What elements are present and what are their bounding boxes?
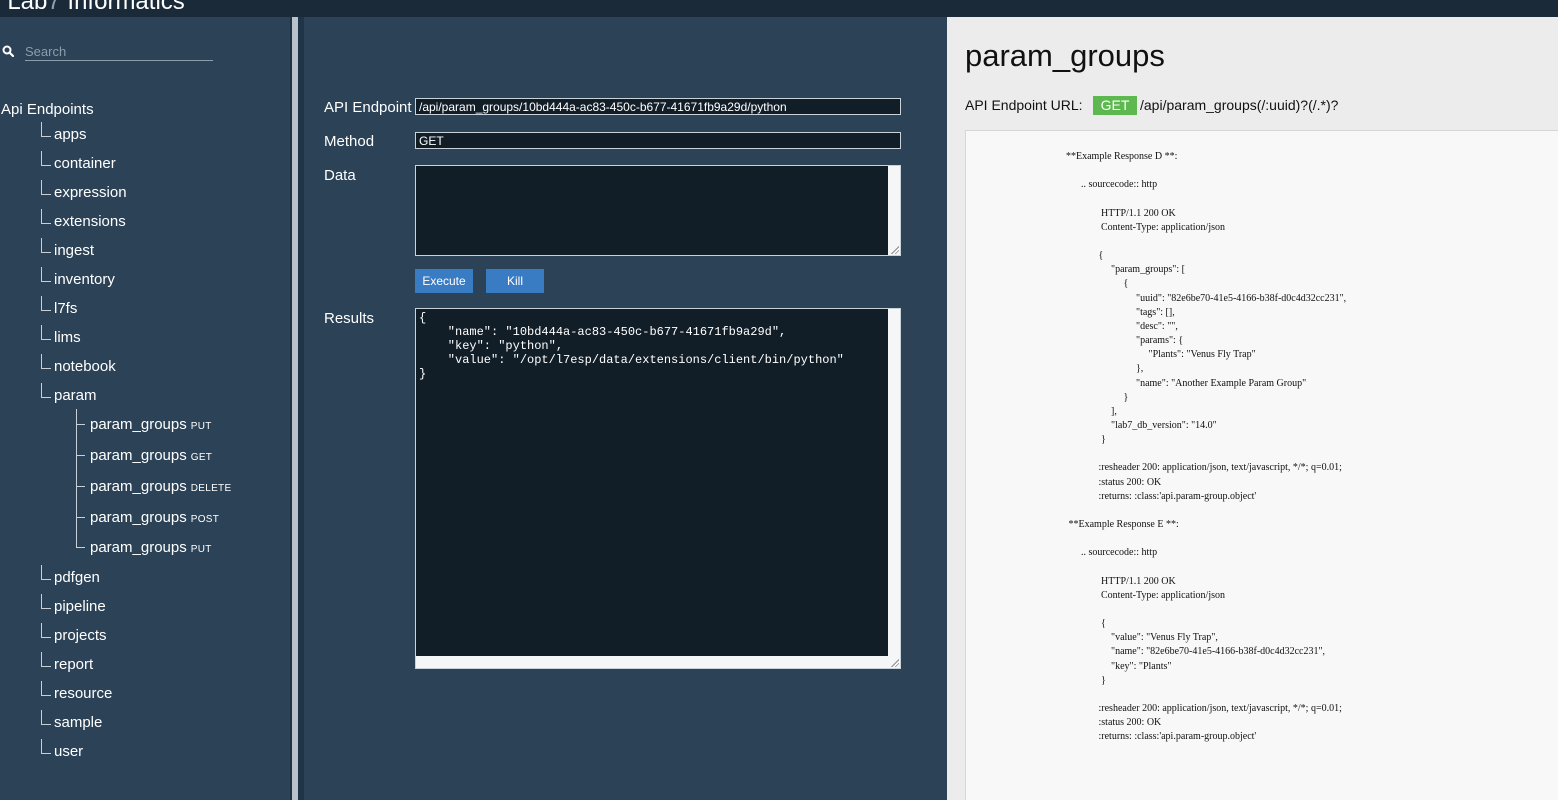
sidebar-resize-divider[interactable] [290, 17, 304, 800]
endpoint-label: param_groups [90, 416, 187, 433]
sidebar: Api Endpoints apps container expression … [0, 17, 290, 800]
tree-connector [41, 325, 51, 340]
sidebar-item-param-groups-get[interactable]: param_groups GET [90, 447, 212, 464]
sidebar-item-extensions[interactable]: extensions [54, 213, 126, 230]
tree-connector [76, 486, 85, 487]
brand-name: Informatics [60, 0, 185, 15]
search-icon [2, 45, 14, 57]
sidebar-item-inventory[interactable]: inventory [54, 271, 115, 288]
sidebar-item-apps[interactable]: apps [54, 126, 87, 143]
doc-title: param_groups [965, 38, 1165, 73]
method-tag: POST [190, 514, 220, 525]
sidebar-scrollbar[interactable] [292, 17, 298, 800]
resize-handle-icon[interactable] [890, 658, 899, 667]
brand-slash: 7 [47, 0, 61, 15]
method-tag: DELETE [190, 483, 232, 494]
data-label: Data [324, 167, 356, 184]
tree-connector [41, 623, 51, 638]
sidebar-item-param-groups-post[interactable]: param_groups POST [90, 509, 219, 526]
kill-button[interactable]: Kill [486, 269, 544, 293]
method-tag: GET [190, 452, 213, 463]
endpoint-label: param_groups [90, 539, 187, 556]
results-horizontal-scrollbar[interactable] [416, 656, 900, 668]
tree-connector [41, 739, 51, 754]
sidebar-item-expression[interactable]: expression [54, 184, 127, 201]
top-bar: : Lab7 Informatics [0, 0, 1558, 17]
method-badge: GET [1093, 96, 1137, 115]
sidebar-item-param-groups-put[interactable]: param_groups PUT [90, 416, 212, 433]
tree-connector [41, 594, 51, 609]
tree-connector [41, 267, 51, 282]
results-label: Results [324, 310, 375, 327]
sidebar-item-param[interactable]: param [54, 387, 97, 404]
endpoint-label: param_groups [90, 509, 187, 526]
results-vertical-scrollbar[interactable] [888, 309, 900, 668]
sidebar-item-lims[interactable]: lims [54, 329, 81, 346]
tree-connector [41, 681, 51, 696]
data-textarea[interactable] [415, 165, 901, 256]
sidebar-item-pipeline[interactable]: pipeline [54, 598, 106, 615]
tree-connector [41, 296, 51, 311]
method-input[interactable]: GET [415, 132, 901, 149]
sidebar-item-param-groups-put-2[interactable]: param_groups PUT [90, 539, 212, 556]
tree-connector [76, 409, 77, 548]
method-tag: PUT [190, 421, 212, 432]
method-tag: PUT [190, 544, 212, 555]
sidebar-item-report[interactable]: report [54, 656, 93, 673]
tree-connector [41, 383, 51, 398]
sidebar-item-ingest[interactable]: ingest [54, 242, 94, 259]
tree-connector [41, 238, 51, 253]
sidebar-item-l7fs[interactable]: l7fs [54, 300, 77, 317]
doc-code-block: **Example Response D **: .. sourcecode::… [1066, 151, 1347, 743]
doc-url-pattern: /api/param_groups(/:uuid)?(/.*)? [1140, 97, 1339, 113]
sidebar-item-user[interactable]: user [54, 743, 83, 760]
sidebar-item-pdfgen[interactable]: pdfgen [54, 569, 100, 586]
brand-logo[interactable]: : Lab7 Informatics [0, 0, 185, 16]
endpoint-label: param_groups [90, 447, 187, 464]
search-input[interactable] [25, 42, 213, 61]
tree-connector [41, 122, 51, 137]
results-text: { "name": "10bd444a-ac83-450c-b677-41671… [419, 311, 844, 381]
endpoint-input[interactable]: /api/param_groups/10bd444a-ac83-450c-b67… [415, 98, 901, 115]
tree-connector [76, 517, 85, 518]
resize-handle-icon[interactable] [890, 245, 899, 254]
tree-connector [76, 455, 85, 456]
tree-connector [41, 354, 51, 369]
sidebar-item-param-groups-delete[interactable]: param_groups DELETE [90, 478, 231, 495]
endpoint-label: API Endpoint [324, 99, 412, 116]
textarea-scrollbar[interactable] [888, 166, 900, 255]
tree-root-api-endpoints[interactable]: Api Endpoints [1, 101, 94, 118]
sidebar-item-sample[interactable]: sample [54, 714, 102, 731]
tree-connector [41, 565, 51, 580]
tree-connector [41, 151, 51, 166]
sidebar-item-resource[interactable]: resource [54, 685, 112, 702]
tree-connector [76, 424, 85, 425]
endpoint-label: param_groups [90, 478, 187, 495]
brand-prefix: : Lab [0, 0, 48, 15]
tree-connector [41, 652, 51, 667]
tree-connector [41, 710, 51, 725]
tree-connector [41, 209, 51, 224]
sidebar-item-container[interactable]: container [54, 155, 116, 172]
execute-button[interactable]: Execute [415, 269, 473, 293]
sidebar-item-notebook[interactable]: notebook [54, 358, 116, 375]
tree-connector [76, 547, 85, 548]
method-label: Method [324, 133, 375, 150]
doc-url-label: API Endpoint URL: [965, 97, 1083, 113]
sidebar-item-projects[interactable]: projects [54, 627, 107, 644]
tree-connector [41, 180, 51, 195]
